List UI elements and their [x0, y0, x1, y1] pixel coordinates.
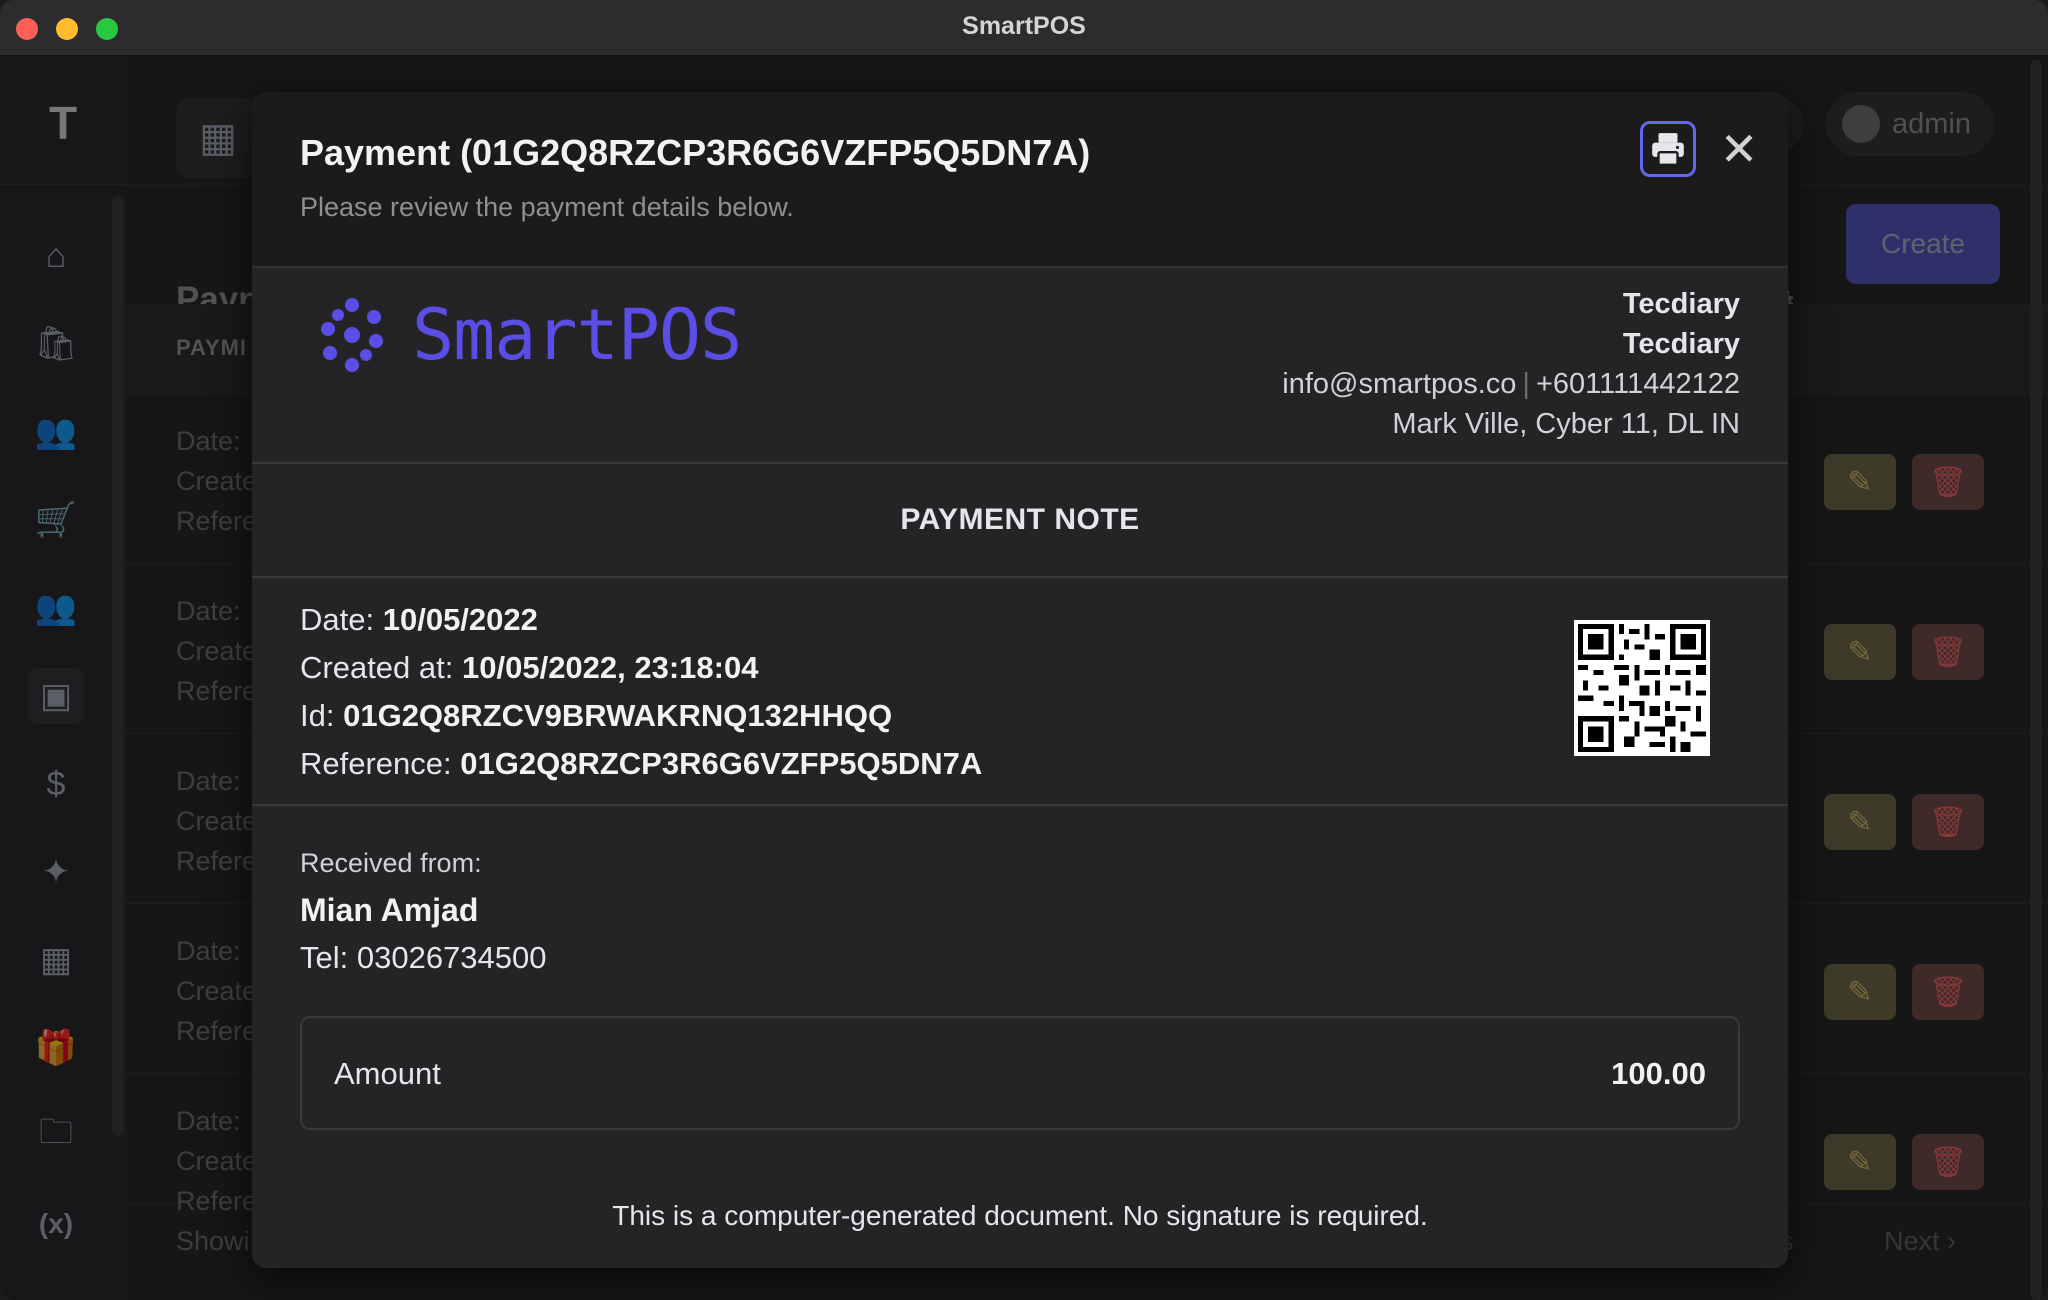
company-name-secondary: Tecdiary: [1622, 328, 1740, 360]
printer-icon: [1652, 133, 1684, 167]
close-icon[interactable]: ✕: [1714, 124, 1764, 174]
title-bar: SmartPOS: [0, 0, 2048, 56]
id-label: Id:: [300, 698, 335, 733]
company-name: Tecdiary: [1622, 288, 1740, 320]
company-info: Tecdiary Tecdiary info@smartpos.co | +6011…: [1282, 284, 1740, 444]
payment-modal: Payment (01G2Q8RZCP3R6G6VZFP5Q5DN7A) Ple…: [252, 92, 1788, 1268]
amount-box: Amount 100.00: [300, 1016, 1740, 1130]
modal-subtitle: Please review the payment details below.: [300, 192, 794, 222]
contact-divider: |: [1522, 368, 1530, 400]
date-value: 10/05/2022: [382, 602, 538, 637]
amount-value: 100.00: [1611, 1056, 1706, 1091]
payment-note-title: PAYMENT NOTE: [252, 464, 1788, 578]
amount-label: Amount: [334, 1056, 441, 1091]
date-label: Date:: [300, 602, 375, 637]
window-title: SmartPOS: [962, 12, 1086, 40]
company-header: SmartPOS Tecdiary Tecdiary info@smartpos…: [252, 268, 1788, 464]
payer-name: Mian Amjad: [300, 892, 479, 928]
logo-text: SmartPOS: [412, 294, 742, 376]
footer-note: This is a computer-generated document. N…: [612, 1200, 1428, 1231]
reference-label: Reference:: [300, 746, 452, 781]
logo-dots-icon: [321, 298, 383, 372]
qr-code-icon: [1578, 624, 1706, 752]
created-label: Created at:: [300, 650, 454, 685]
modal-title: Payment (01G2Q8RZCP3R6G6VZFP5Q5DN7A): [300, 132, 1091, 173]
received-from-label: Received from:: [300, 848, 482, 878]
detail-id: Id: 01G2Q8RZCV9BRWAKRNQ132HHQQ: [300, 698, 892, 734]
created-value: 10/05/2022, 23:18:04: [462, 650, 759, 685]
print-button[interactable]: [1640, 121, 1696, 177]
app-window: SmartPOS T ⌂ 🛍 👥 🛒 👥 ▣ $ ✦ ▦ 🎁 🗀 (x) ▦ a…: [0, 0, 2048, 1300]
modal-header: Payment (01G2Q8RZCP3R6G6VZFP5Q5DN7A) Ple…: [252, 92, 1788, 268]
company-contact: info@smartpos.co | +601111442122: [1282, 364, 1740, 404]
payer-phone: Tel: 03026734500: [300, 940, 547, 975]
company-phone: +601111442122: [1535, 368, 1740, 400]
company-address: Mark Ville, Cyber 11, DL IN: [1392, 408, 1740, 440]
payment-details: Date: 10/05/2022 Created at: 10/05/2022,…: [252, 578, 1788, 806]
detail-date: Date: 10/05/2022: [300, 602, 538, 638]
qr-code: [1574, 620, 1710, 756]
reference-value: 01G2Q8RZCP3R6G6VZFP5Q5DN7A: [460, 746, 983, 781]
detail-created: Created at: 10/05/2022, 23:18:04: [300, 650, 758, 686]
company-email: info@smartpos.co: [1282, 368, 1517, 400]
id-value: 01G2Q8RZCV9BRWAKRNQ132HHQQ: [343, 698, 893, 733]
smartpos-logo: SmartPOS: [312, 294, 742, 376]
detail-reference: Reference: 01G2Q8RZCP3R6G6VZFP5Q5DN7A: [300, 746, 982, 782]
